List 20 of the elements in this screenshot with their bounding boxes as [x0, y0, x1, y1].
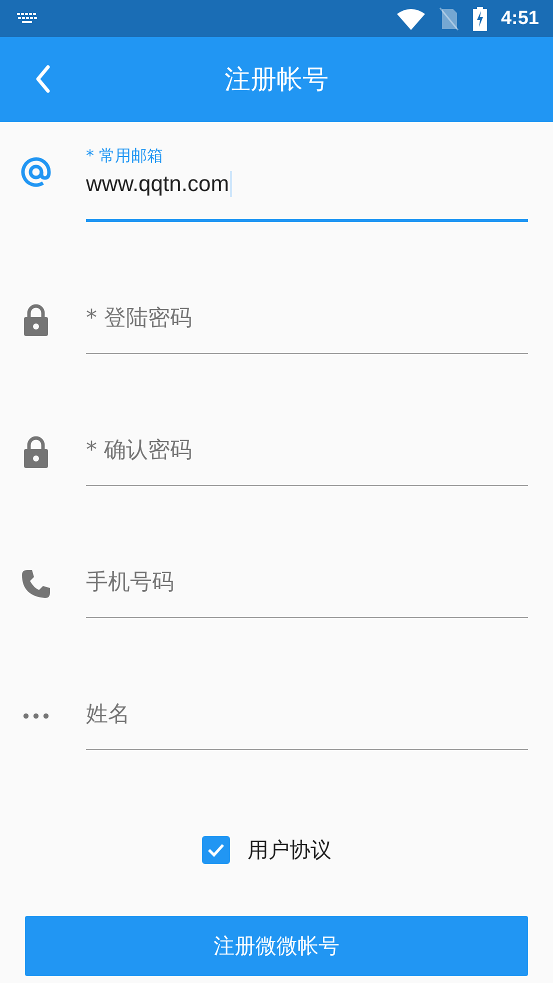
at-sign-icon: [20, 156, 52, 188]
clock-time: 4:51: [500, 8, 539, 30]
register-button[interactable]: 注册微微帐号: [25, 916, 528, 976]
agreement-checkbox[interactable]: [202, 836, 230, 864]
input-field[interactable]: 手机号码: [86, 540, 528, 618]
keyboard-icon: [17, 12, 39, 24]
page-title: 注册帐号: [224, 64, 328, 97]
no-sim-icon: [438, 6, 459, 30]
wifi-icon: [396, 8, 425, 30]
battery-charging-icon: [472, 6, 487, 30]
back-icon[interactable]: [35, 65, 51, 93]
agreement-label[interactable]: 用户协议: [248, 836, 332, 864]
lock-icon: [23, 304, 49, 336]
lock-icon: [23, 436, 49, 468]
input-field[interactable]: * 确认密码: [86, 408, 528, 486]
input-field[interactable]: * 登陆密码: [86, 276, 528, 354]
phone-icon: [21, 569, 51, 599]
input-field[interactable]: 姓名: [86, 672, 528, 750]
input-field[interactable]: * 常用邮箱 www.qqtn.com: [86, 146, 528, 222]
more-icon: [23, 713, 49, 719]
